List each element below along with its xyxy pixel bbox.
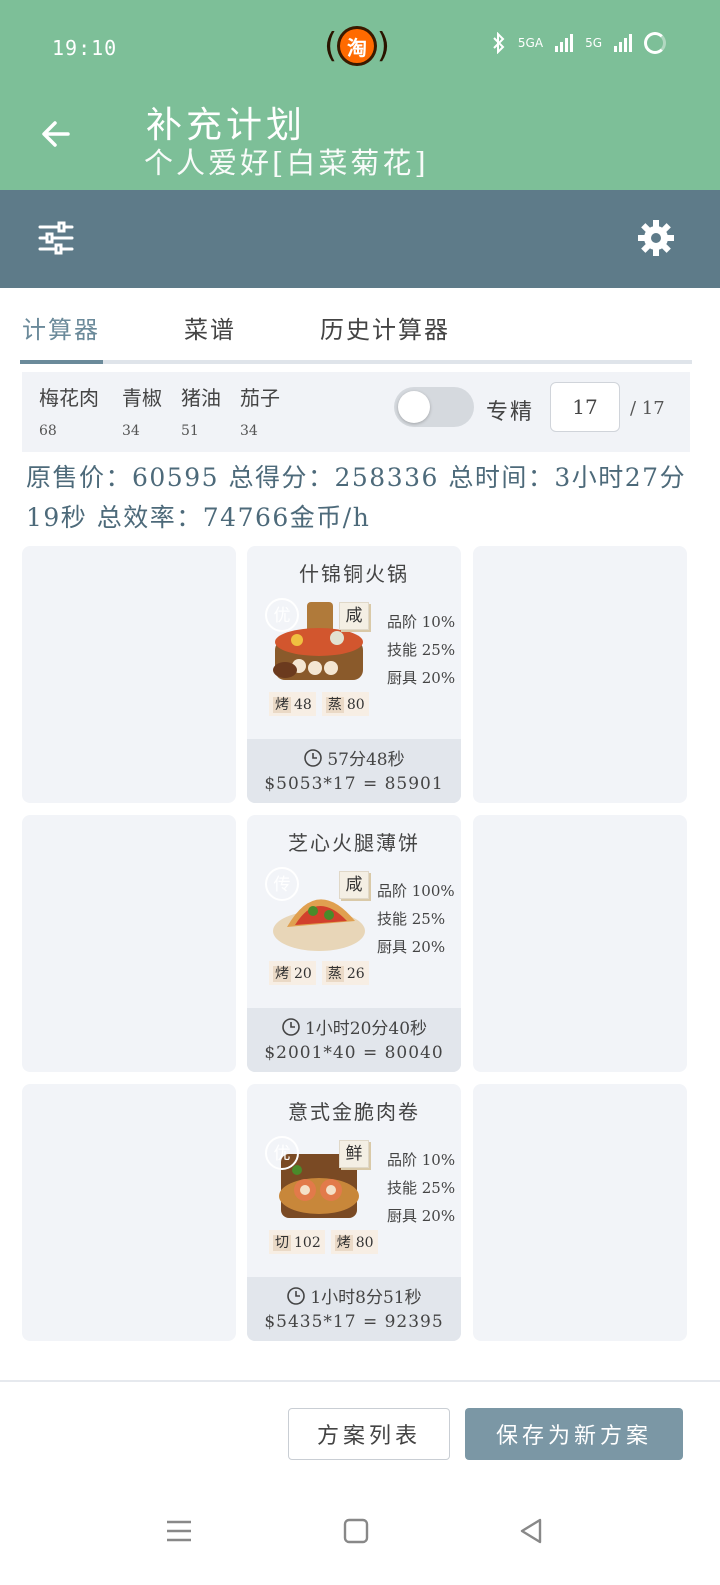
tab-history-calculator[interactable]: 历史计算器 xyxy=(320,310,450,345)
taobao-icon: 淘 xyxy=(337,26,377,66)
rarity-badge: 优 xyxy=(265,598,299,632)
empty-slot[interactable] xyxy=(22,546,236,803)
tab-bar: 计算器 菜谱 历史计算器 xyxy=(20,290,692,364)
action-bar: 方案列表 保存为新方案 xyxy=(0,1380,720,1490)
back-triangle-icon[interactable] xyxy=(514,1514,548,1548)
menu-icon[interactable] xyxy=(162,1514,196,1548)
empty-slot[interactable] xyxy=(22,815,236,1072)
ingredient-item: 猪油 51 xyxy=(181,386,221,439)
dish-skills: 切 102 烤 80 xyxy=(269,1230,378,1254)
flavor-tag: 咸 xyxy=(339,871,369,899)
taobao-indicator: ( 淘 ) xyxy=(324,26,390,66)
home-icon[interactable] xyxy=(339,1514,373,1548)
sliders-icon[interactable] xyxy=(36,218,76,258)
page-subtitle: 个人爱好[白菜菊花] xyxy=(144,146,429,180)
toolbar xyxy=(0,190,720,288)
flavor-tag: 咸 xyxy=(339,602,369,630)
toggle-knob xyxy=(398,391,430,423)
dish-time: 1小时8分51秒 xyxy=(310,1288,422,1308)
arrow-left-icon[interactable] xyxy=(38,116,74,152)
specialize-input[interactable]: 17 xyxy=(550,382,620,432)
dish-name: 芝心火腿薄饼 xyxy=(288,831,420,855)
signal-5ga-label: 5GA xyxy=(517,36,544,50)
dish-card[interactable]: 什锦铜火锅 优 咸 品阶 10% 技能 25% 厨具 20% 烤 48 蒸 80 57分… xyxy=(247,546,461,803)
clock-icon xyxy=(287,1286,306,1305)
dish-price: $5435*17 = 92395 xyxy=(264,1312,444,1332)
ingredient-item: 青椒 34 xyxy=(122,386,162,439)
dish-card[interactable]: 意式金脆肉卷 优 鲜 品阶 10% 技能 25% 厨具 20% 切 102 烤 80 1… xyxy=(247,1084,461,1341)
clock-icon xyxy=(282,1017,300,1036)
status-icons: 5GA 5G xyxy=(492,32,666,54)
dish-footer: 1小时20分40秒 $2001*40 = 80040 xyxy=(247,1008,461,1072)
specialize-max: / 17 xyxy=(630,398,665,419)
plan-list-button[interactable]: 方案列表 xyxy=(288,1408,450,1460)
specialize-label: 专精 xyxy=(486,400,535,425)
empty-slot[interactable] xyxy=(473,1084,687,1341)
ingredient-item: 茄子 34 xyxy=(240,386,280,439)
dish-stats: 品阶 10% 技能 25% 厨具 20% xyxy=(387,613,456,687)
flavor-tag: 鲜 xyxy=(339,1140,369,1168)
tab-recipes[interactable]: 菜谱 xyxy=(184,310,236,345)
rarity-badge: 传 xyxy=(265,867,299,901)
dish-card[interactable]: 芝心火腿薄饼 传 咸 品阶 100% 技能 25% 厨具 20% 烤 20 蒸 26 1… xyxy=(247,815,461,1072)
dish-footer: 1小时8分51秒 $5435*17 = 92395 xyxy=(247,1277,461,1341)
dish-name: 意式金脆肉卷 xyxy=(288,1100,420,1124)
battery-ring-icon xyxy=(644,32,666,54)
ingredient-item: 梅花肉 68 xyxy=(39,386,99,439)
ingredient-bar: 梅花肉 68 青椒 34 猪油 51 茄子 34 专精 17 / 17 xyxy=(22,372,690,452)
system-nav-bar xyxy=(0,1490,720,1585)
dish-time: 1小时20分40秒 xyxy=(304,1019,428,1039)
signal-bars-icon-2 xyxy=(614,34,632,52)
dish-name: 什锦铜火锅 xyxy=(299,562,409,586)
dish-time: 57分48秒 xyxy=(327,750,405,770)
signal-bars-icon xyxy=(555,34,574,52)
rarity-badge: 优 xyxy=(265,1136,299,1170)
dish-skills: 烤 20 蒸 26 xyxy=(269,961,369,985)
dish-stats: 品阶 100% 技能 25% 厨具 20% xyxy=(377,882,455,956)
status-bar: 19:10 ( 淘 ) 5GA 5G xyxy=(0,0,720,92)
empty-slot[interactable] xyxy=(473,815,687,1072)
dish-stats: 品阶 10% 技能 25% 厨具 20% xyxy=(387,1151,456,1225)
clock-icon xyxy=(304,748,323,767)
empty-slot[interactable] xyxy=(22,1084,236,1341)
summary-text: 原售价：60595 总得分：258336 总时间：3小时27分19秒 总效率：7… xyxy=(26,463,687,532)
dish-skills: 烤 48 蒸 80 xyxy=(269,692,369,716)
tab-calculator[interactable]: 计算器 xyxy=(22,310,100,345)
title-bar: 补充计划 个人爱好[白菜菊花] xyxy=(0,92,720,190)
status-time: 19:10 xyxy=(52,36,118,60)
tab-indicator xyxy=(20,360,103,364)
dish-price: $5053*17 = 85901 xyxy=(264,774,444,794)
dish-footer: 57分48秒 $5053*17 = 85901 xyxy=(247,739,461,803)
bluetooth-icon xyxy=(493,32,505,54)
signal-5g-label: 5G xyxy=(585,36,602,50)
specialize-toggle[interactable] xyxy=(394,387,474,427)
gear-icon[interactable] xyxy=(636,218,676,258)
empty-slot[interactable] xyxy=(473,546,687,803)
save-new-plan-button[interactable]: 保存为新方案 xyxy=(465,1408,683,1460)
dish-price: $2001*40 = 80040 xyxy=(264,1043,444,1063)
